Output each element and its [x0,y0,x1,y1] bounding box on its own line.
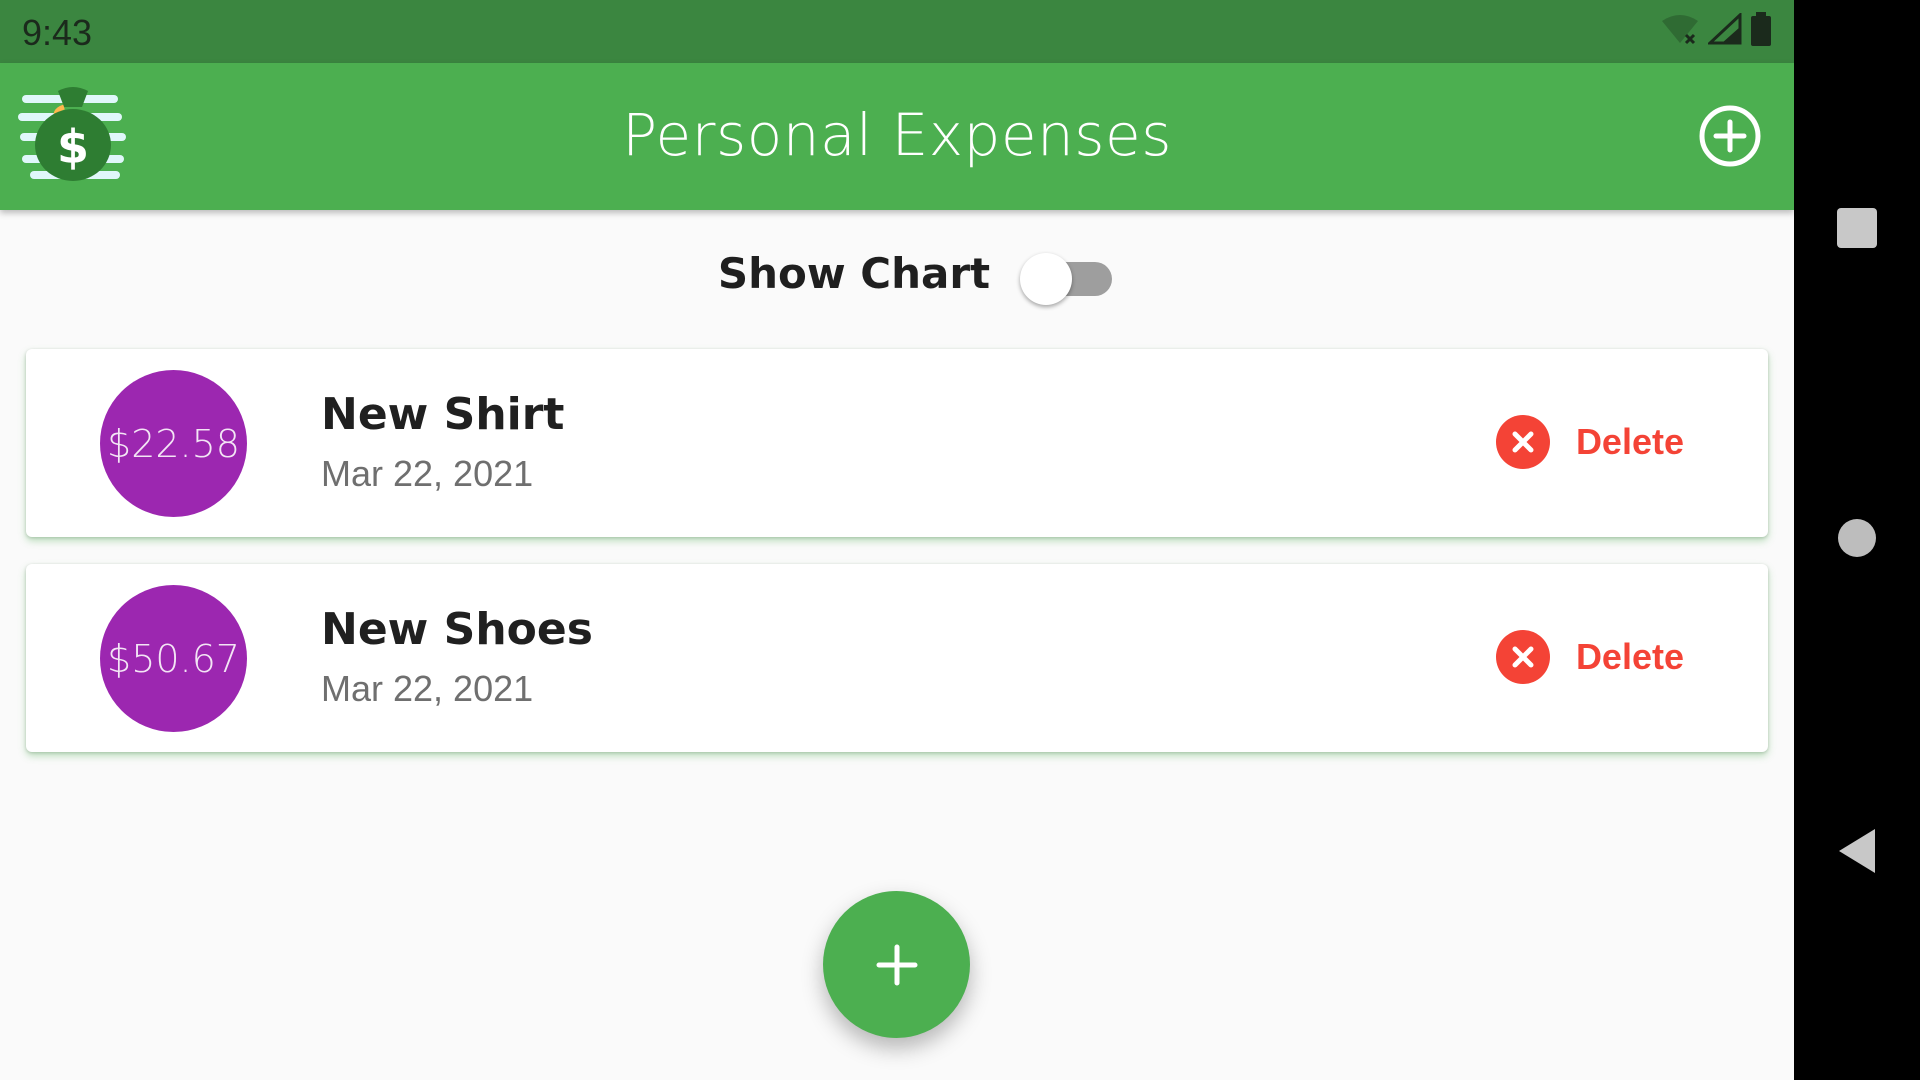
delete-label: Delete [1575,636,1684,677]
home-circle-icon[interactable] [1838,519,1876,557]
wifi-off-icon [1662,15,1698,45]
transaction-date: Mar 22, 2021 [321,668,534,709]
delete-button[interactable]: Delete [1495,415,1684,469]
plus-icon [876,944,917,985]
status-time: 9:43 [22,12,93,53]
amount-badge: $22.58 [100,370,247,517]
show-chart-switch[interactable] [1020,245,1116,305]
cancel-icon [1495,630,1550,684]
transaction-title: New Shoes [321,604,593,655]
status-bar: 9:43 [0,0,1794,63]
status-icons [1660,12,1772,46]
android-nav-bar [1794,0,1920,1080]
app-screen: 9:43 $ Personal Expenses Show Chart $22.… [0,0,1794,1080]
show-chart-label: Show Chart [717,248,991,298]
cell-signal-icon [1708,13,1742,45]
app-title: Personal Expenses [622,101,1172,169]
show-chart-row: Show Chart [0,240,1794,306]
add-transaction-fab[interactable] [823,891,970,1038]
transaction-date: Mar 22, 2021 [321,453,534,494]
back-triangle-icon[interactable] [1839,829,1875,873]
transaction-title: New Shirt [321,389,565,440]
transaction-card: $50.67 New Shoes Mar 22, 2021 Delete [26,564,1768,752]
switch-thumb [1020,253,1073,305]
delete-button[interactable]: Delete [1495,630,1684,684]
add-transaction-button[interactable] [1698,104,1762,168]
cancel-icon [1495,415,1550,469]
recents-square-icon[interactable] [1837,208,1877,248]
transaction-card: $22.58 New Shirt Mar 22, 2021 Delete [26,349,1768,537]
delete-label: Delete [1575,421,1684,462]
amount-badge: $50.67 [100,585,247,732]
battery-icon [1751,12,1771,46]
app-bar: $ Personal Expenses [0,63,1794,210]
